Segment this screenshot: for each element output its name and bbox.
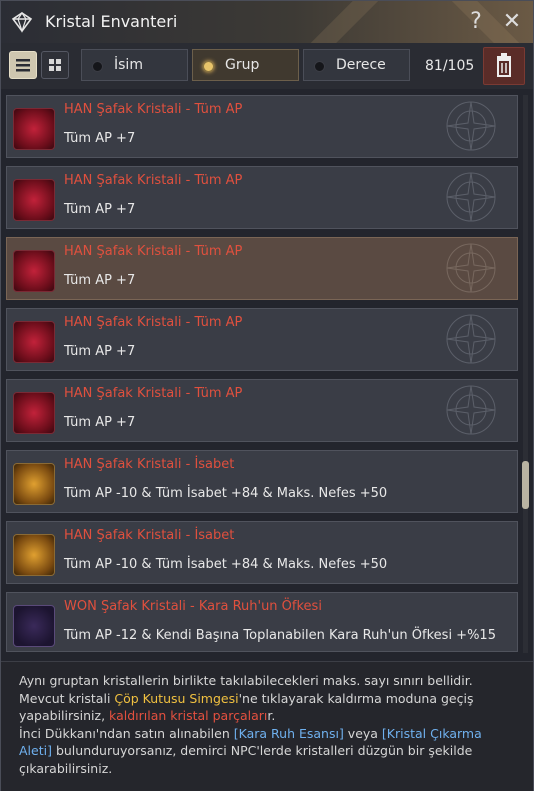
crystal-item-icon <box>13 321 55 363</box>
crystal-name: HAN Şafak Kristali - Tüm AP <box>64 173 243 188</box>
crystal-icon <box>11 11 33 33</box>
sort-by-grade-button[interactable]: Derece <box>303 49 410 81</box>
crystal-stat: Tüm AP +7 <box>64 273 136 288</box>
grid-icon <box>49 59 61 71</box>
crystal-item-icon <box>13 179 55 221</box>
title-decoration <box>304 1 526 43</box>
compass-emblem-icon <box>446 385 496 435</box>
crystal-stat: Tüm AP -12 & Kendi Başına Toplanabilen K… <box>64 628 496 643</box>
scrollbar-thumb[interactable] <box>522 461 529 509</box>
removed-crystal-reference: kaldırılan kristal parçaları <box>109 708 268 723</box>
help-button[interactable]: ? <box>463 9 489 35</box>
sort-by-name-button[interactable]: İsim <box>81 49 188 81</box>
radio-icon <box>92 61 103 72</box>
info-line: İnci Dükkanı'ndan satın alınabilen [Kara… <box>19 725 482 741</box>
crystal-stat: Tüm AP +7 <box>64 415 136 430</box>
crystal-count: 81/105 <box>425 58 475 74</box>
info-line: yapabilirsiniz, kaldırılan kristal parça… <box>19 708 276 723</box>
info-line: Aynı gruptan kristallerin birlikte takıl… <box>19 673 473 688</box>
crystal-row[interactable]: HAN Şafak Kristali - İsabet Tüm AP -10 &… <box>6 521 518 584</box>
trash-button[interactable] <box>483 47 525 85</box>
crystal-item-icon <box>13 392 55 434</box>
crystal-item-icon <box>13 250 55 292</box>
compass-emblem-icon <box>446 172 496 222</box>
crystal-stat: Tüm AP -10 & Tüm İsabet +84 & Maks. Nefe… <box>64 557 388 572</box>
crystal-item-icon <box>13 463 55 505</box>
crystal-extraction-tool-link[interactable]: [Kristal Çıkarma <box>382 726 482 741</box>
crystal-item-icon <box>13 108 55 150</box>
list-view-button[interactable] <box>9 51 37 79</box>
crystal-name: HAN Şafak Kristali - İsabet <box>64 457 235 472</box>
crystal-row[interactable]: HAN Şafak Kristali - Tüm AP Tüm AP +7 <box>6 166 518 229</box>
sort-label: Grup <box>225 57 260 73</box>
radio-icon <box>314 61 325 72</box>
compass-emblem-icon <box>446 243 496 293</box>
crystal-item-icon <box>13 534 55 576</box>
scrollbar-track[interactable] <box>523 95 528 653</box>
sort-label: Derece <box>336 57 386 73</box>
info-line: çıkarabilirsiniz. <box>19 760 113 776</box>
info-line: Aleti] bulunduruyorsanız, demirci NPC'le… <box>19 743 473 758</box>
crystal-row[interactable]: HAN Şafak Kristali - Tüm AP Tüm AP +7 <box>6 379 518 442</box>
crystal-stat: Tüm AP +7 <box>64 344 136 359</box>
info-panel: Aynı gruptan kristallerin birlikte takıl… <box>1 661 533 791</box>
crystal-name: HAN Şafak Kristali - İsabet <box>64 528 235 543</box>
crystal-name: HAN Şafak Kristali - Tüm AP <box>64 102 243 117</box>
close-button[interactable]: ✕ <box>499 9 525 35</box>
list-icon <box>16 59 30 72</box>
sort-by-group-button[interactable]: Grup <box>192 49 299 81</box>
crystal-stat: Tüm AP +7 <box>64 202 136 217</box>
crystal-name: HAN Şafak Kristali - Tüm AP <box>64 315 243 330</box>
compass-emblem-icon <box>446 101 496 151</box>
crystal-row[interactable]: HAN Şafak Kristali - Tüm AP Tüm AP +7 <box>6 237 518 300</box>
info-line: Mevcut kristali Çöp Kutusu Simgesi'ne tı… <box>19 690 474 706</box>
crystal-row[interactable]: HAN Şafak Kristali - Tüm AP Tüm AP +7 <box>6 308 518 371</box>
crystal-row[interactable]: WON Şafak Kristali - Kara Ruh'un Öfkesi … <box>6 592 518 652</box>
crystal-name: WON Şafak Kristali - Kara Ruh'un Öfkesi <box>64 599 322 614</box>
grid-view-button[interactable] <box>41 51 69 79</box>
crystal-name: HAN Şafak Kristali - Tüm AP <box>64 244 243 259</box>
crystal-extraction-tool-link[interactable]: Aleti] <box>19 743 52 758</box>
crystal-row[interactable]: HAN Şafak Kristali - İsabet Tüm AP -10 &… <box>6 450 518 513</box>
sort-label: İsim <box>114 57 143 73</box>
crystal-item-icon <box>13 605 55 647</box>
toolbar: İsim Grup Derece 81/105 <box>1 43 533 89</box>
crystal-stat: Tüm AP +7 <box>64 131 136 146</box>
crystal-name: HAN Şafak Kristali - Tüm AP <box>64 386 243 401</box>
crystal-row[interactable]: HAN Şafak Kristali - Tüm AP Tüm AP +7 <box>6 95 518 158</box>
window-title: Kristal Envanteri <box>45 12 178 31</box>
crystal-inventory-window: Kristal Envanteri ? ✕ İsim Grup Derece 8… <box>0 0 534 791</box>
dark-spirit-essence-link[interactable]: [Kara Ruh Esansı] <box>234 726 344 741</box>
trash-icon-reference: Çöp Kutusu Simgesi <box>114 690 239 706</box>
title-bar[interactable]: Kristal Envanteri ? ✕ <box>1 1 533 43</box>
trash-icon <box>497 53 511 77</box>
radio-icon <box>203 61 214 72</box>
crystal-stat: Tüm AP -10 & Tüm İsabet +84 & Maks. Nefe… <box>64 486 388 501</box>
compass-emblem-icon <box>446 314 496 364</box>
